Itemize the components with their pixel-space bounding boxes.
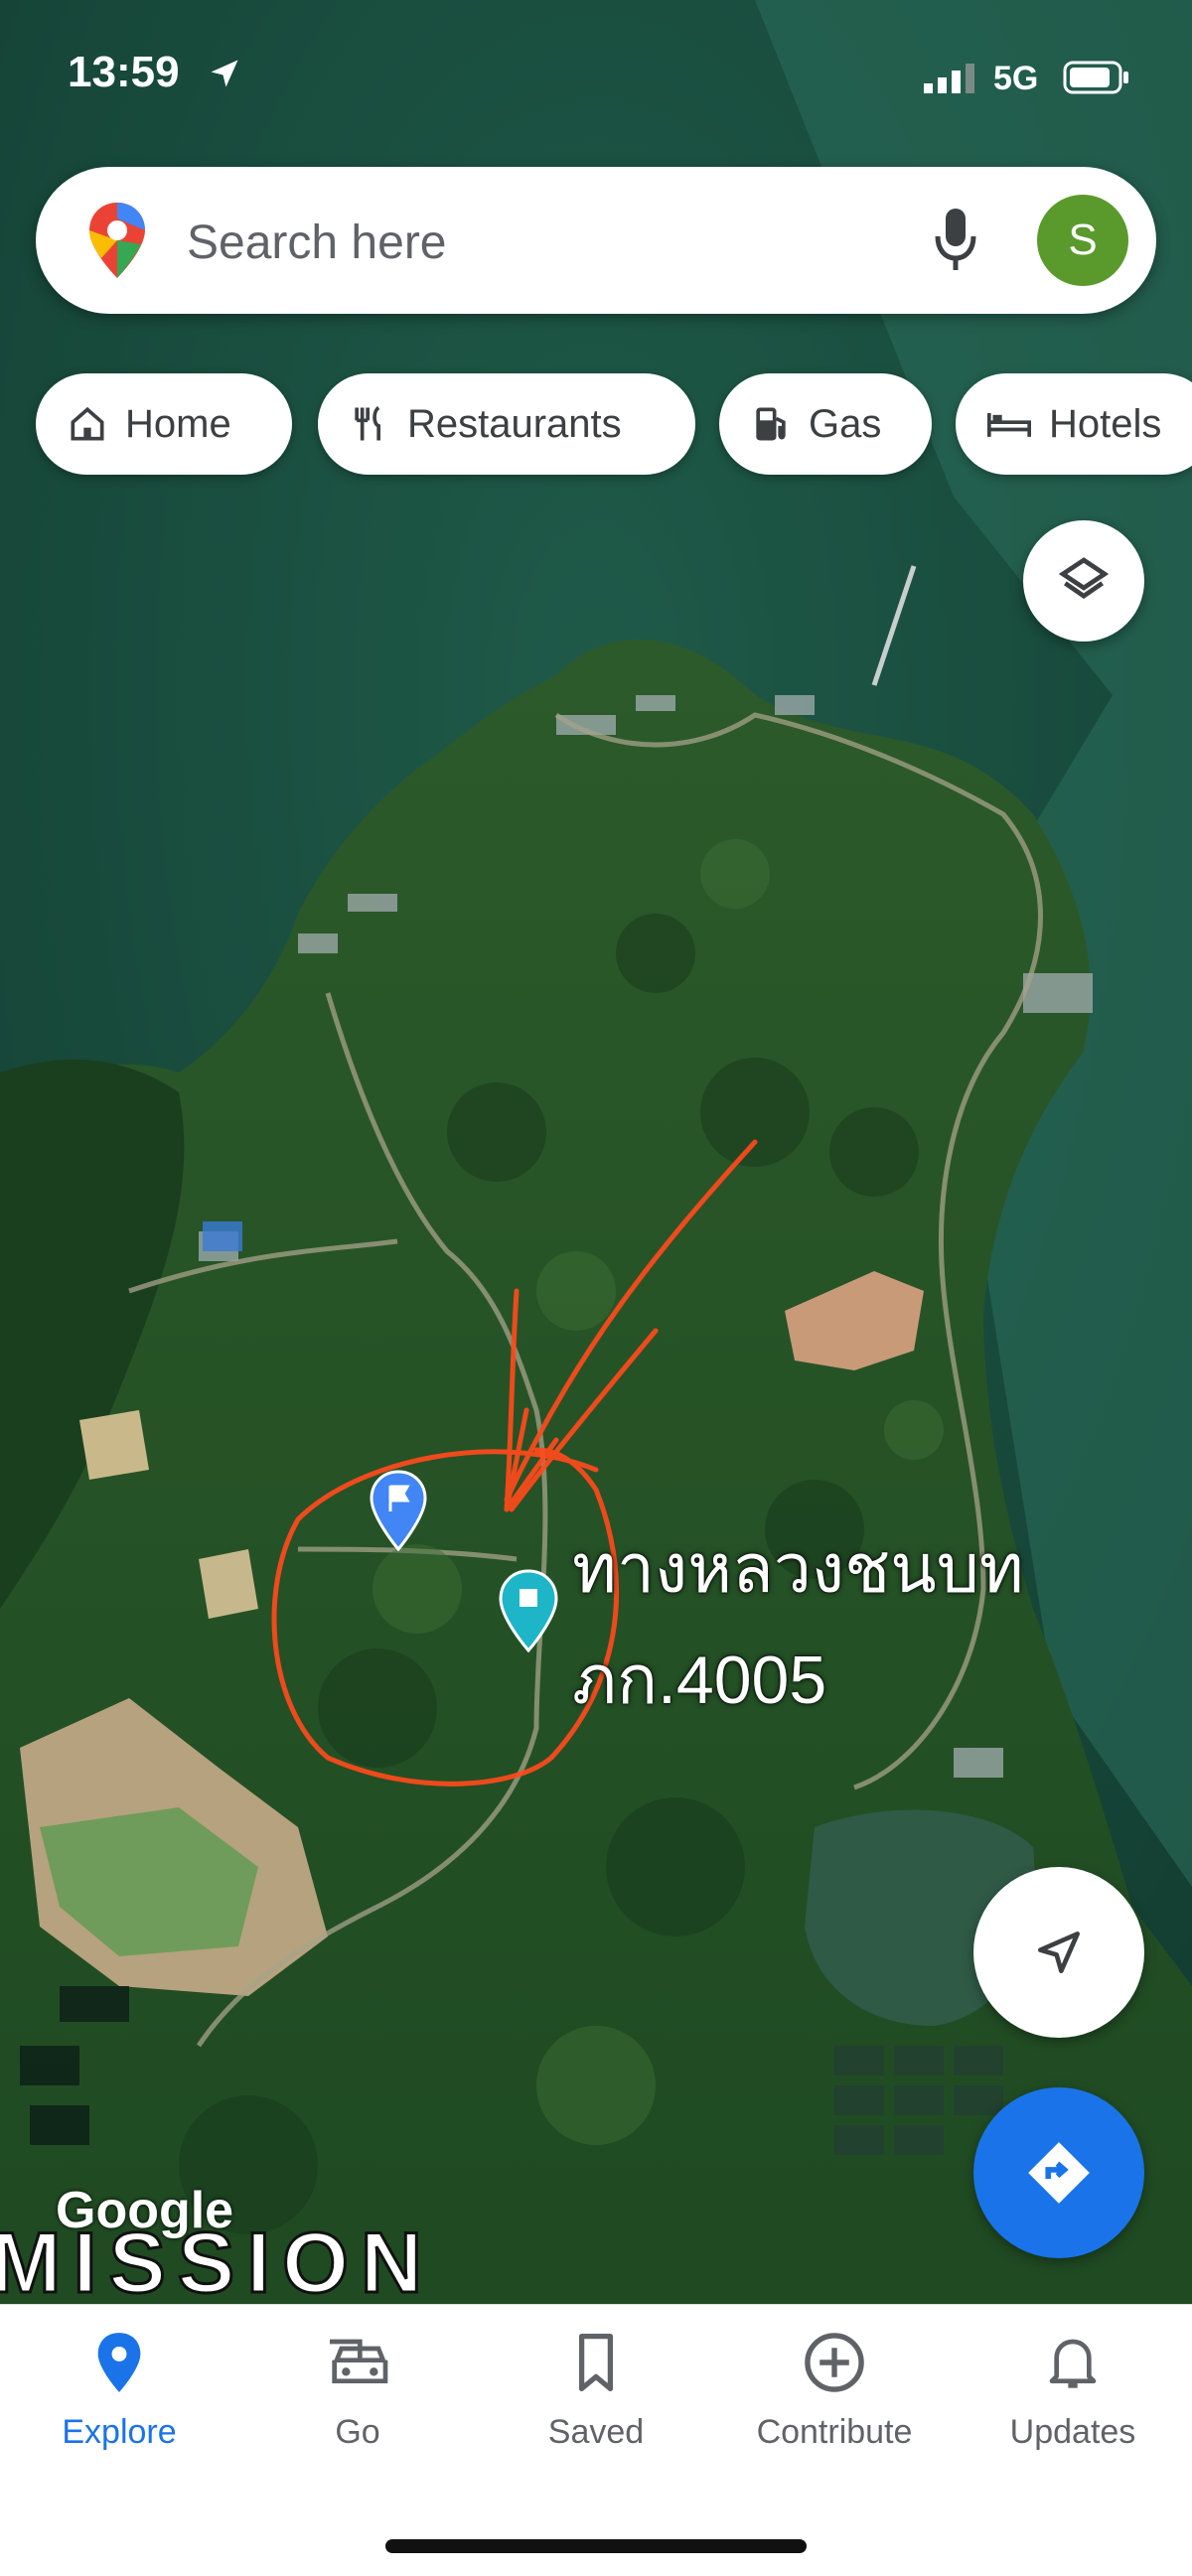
signal-bars-icon [924, 64, 974, 93]
nav-saved[interactable]: Saved [477, 2331, 715, 2452]
navigation-arrow-icon [1038, 1932, 1080, 1973]
watermark-text: MISSION [0, 2215, 435, 2305]
layers-icon [1058, 557, 1110, 599]
nav-updates-label: Updates [1009, 2413, 1136, 2451]
microphone-icon[interactable] [930, 205, 981, 276]
chip-gas-label: Gas [809, 401, 882, 446]
my-location-button[interactable] [973, 1867, 1144, 2038]
nav-contribute-label: Contribute [756, 2413, 913, 2451]
car-icon [330, 2339, 388, 2383]
google-maps-logo-icon [89, 203, 145, 278]
add-circle-icon [805, 2333, 864, 2392]
restaurant-icon [355, 405, 380, 441]
bookmark-icon [578, 2333, 614, 2392]
nav-go[interactable]: Go [238, 2331, 477, 2452]
status-bar: 13:59 5G [0, 0, 1192, 149]
chip-restaurants[interactable]: Restaurants [318, 373, 695, 475]
battery-icon [1063, 61, 1128, 94]
location-arrow-icon [211, 60, 238, 87]
account-avatar[interactable]: S [1037, 195, 1128, 286]
explore-pin-icon [97, 2333, 141, 2392]
nav-explore[interactable]: Explore [0, 2331, 238, 2452]
search-bar[interactable]: S [36, 167, 1156, 314]
directions-icon [1028, 2142, 1090, 2204]
home-icon [71, 406, 104, 441]
place-label-line2[interactable]: ภก.4005 [572, 1635, 826, 1726]
nav-updates[interactable]: Updates [954, 2331, 1192, 2452]
directions-button[interactable] [973, 2087, 1144, 2258]
chip-gas[interactable]: Gas [719, 373, 932, 475]
layers-button[interactable] [1023, 520, 1144, 642]
chip-restaurants-label: Restaurants [407, 401, 622, 446]
bell-icon [1049, 2339, 1097, 2388]
home-indicator[interactable] [385, 2539, 807, 2553]
search-input[interactable] [185, 207, 904, 278]
chip-hotels[interactable]: Hotels [956, 373, 1192, 475]
status-time: 13:59 [68, 48, 180, 96]
bottom-navigation: Explore Go Saved Contribute Updates [0, 2304, 1192, 2576]
place-label-line1[interactable]: ทางหลวงชนบท [572, 1523, 1024, 1615]
chip-home-label: Home [125, 401, 231, 446]
gas-station-icon [756, 407, 786, 441]
bed-icon [987, 413, 1031, 437]
flag-pin-icon[interactable] [370, 1470, 427, 1551]
network-type: 5G [993, 60, 1039, 97]
chip-home[interactable]: Home [36, 373, 292, 475]
place-pin-icon[interactable] [499, 1569, 558, 1652]
nav-saved-label: Saved [547, 2413, 645, 2451]
chip-hotels-label: Hotels [1049, 401, 1162, 446]
nav-contribute[interactable]: Contribute [715, 2331, 954, 2452]
nav-explore-label: Explore [62, 2413, 177, 2451]
nav-go-label: Go [335, 2413, 380, 2451]
